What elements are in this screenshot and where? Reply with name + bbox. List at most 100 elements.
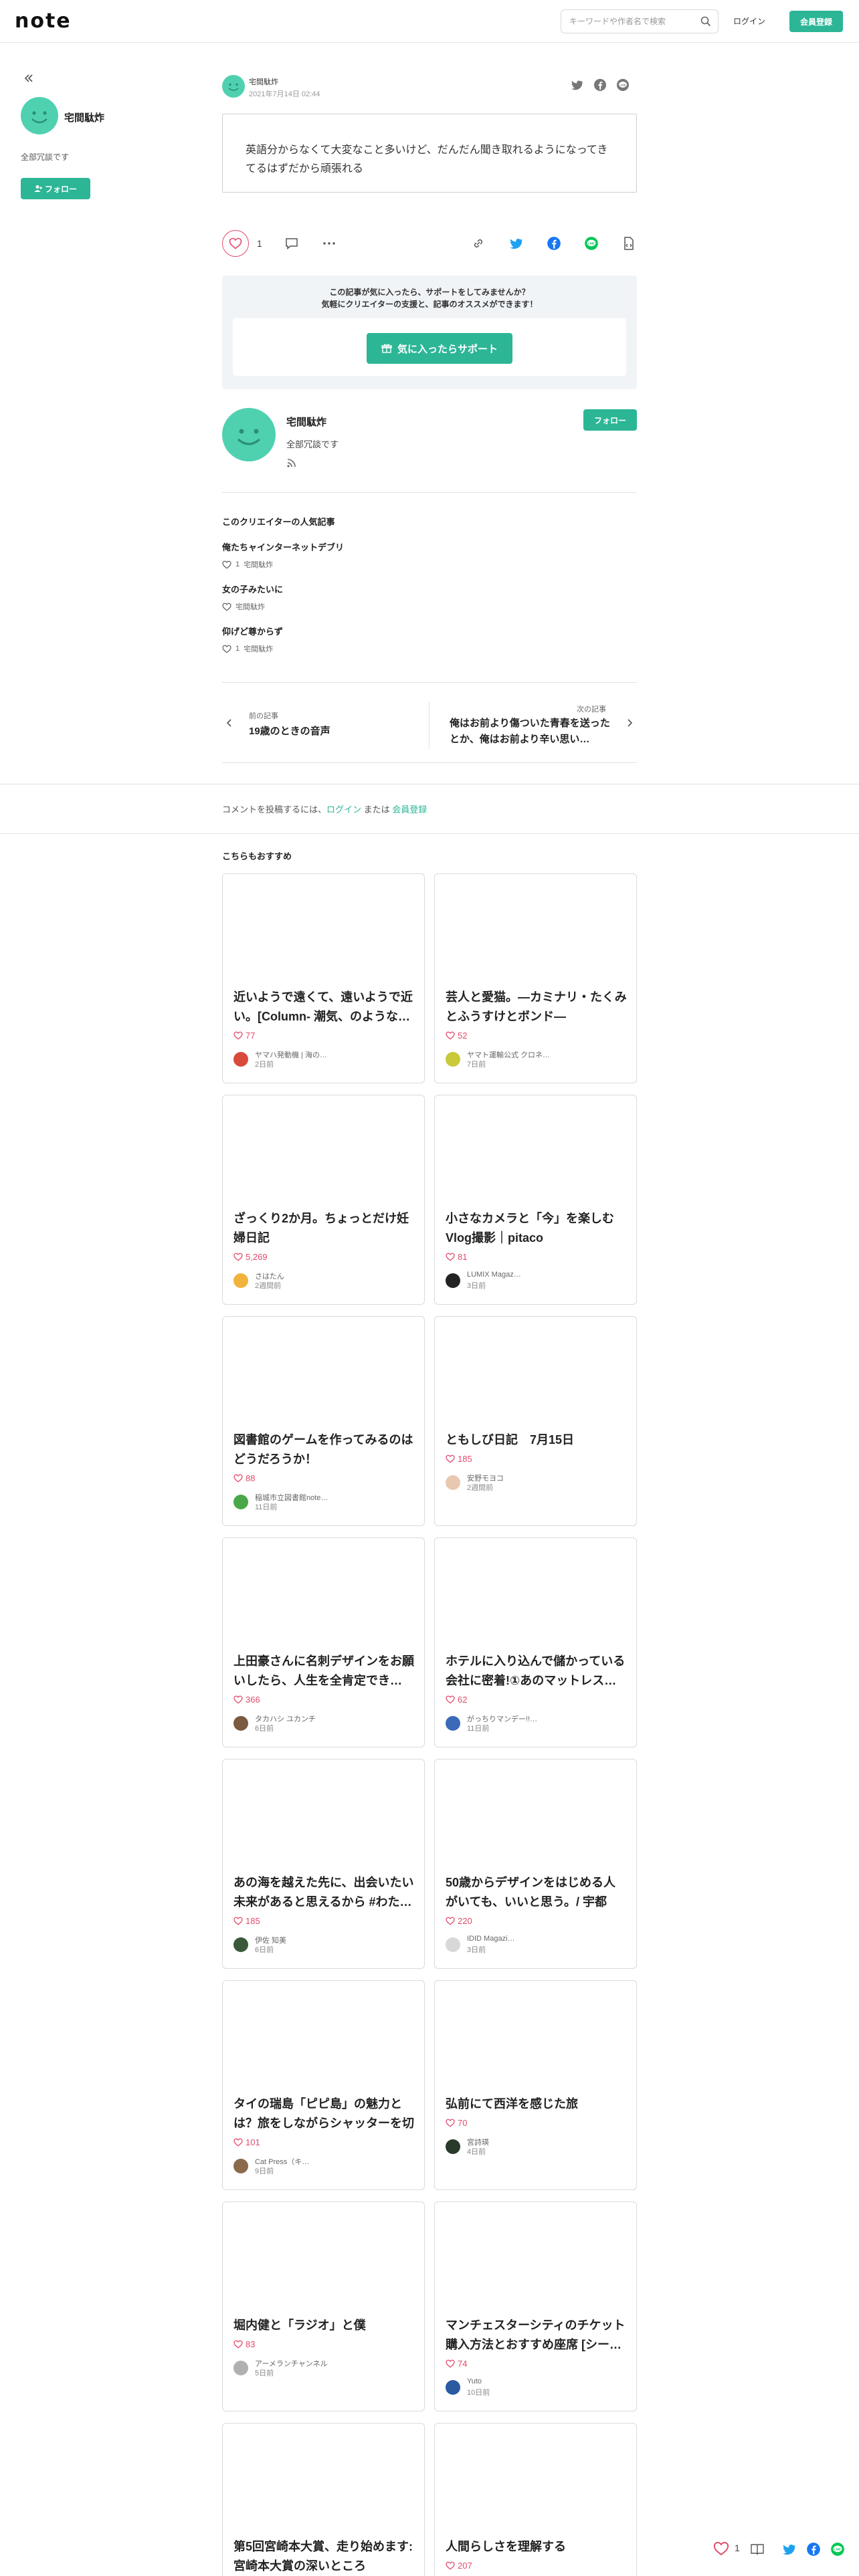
heart-icon <box>233 2138 243 2147</box>
recommend-card[interactable]: 弘前にて西洋を感じた旅 70 宮詩瑛 4日前 <box>434 1980 637 2190</box>
article-author[interactable]: 宅間駄炸 <box>249 76 278 87</box>
footer-facebook-icon[interactable] <box>805 2541 822 2557</box>
card-likes: 207 <box>446 2561 472 2571</box>
magazine-icon[interactable] <box>749 2541 765 2557</box>
recommend-card[interactable]: 近いようで遠くて、遠いようで近い。[Column- 潮気、のような… 77 ヤマハ発… <box>222 873 425 1083</box>
card-title: 第5回宮崎本大賞、走り始めます: 宮崎本大賞の深いところ <box>233 2540 413 2573</box>
popular-item-title[interactable]: 女の子みたいに <box>222 582 283 595</box>
card-date: 7日前 <box>467 1061 486 1069</box>
creator-follow-button[interactable]: フォロー <box>583 409 637 431</box>
chevron-right-icon[interactable] <box>625 718 634 728</box>
comment-icon[interactable] <box>284 235 300 251</box>
recommend-card[interactable]: タイの瑞島「ピピ島」の魅力とは？旅をしながらシャッターを切り…101Cat Pr… <box>222 1980 425 2190</box>
line-icon[interactable]: LINE <box>615 78 630 92</box>
recommend-card[interactable]: 上田豪さんに名刺デザインをお願いしたら、人生を全肯定でき… 366 タカハシ ユカン… <box>222 1537 425 1747</box>
card-author-avatar[interactable] <box>446 2380 460 2395</box>
card-author-avatar[interactable] <box>233 1273 248 1288</box>
avatar[interactable] <box>21 97 58 134</box>
recommend-card[interactable]: 50歳からデザインをはじめる人がいても、いいと思う。/ 宇都宮… 220 IDID … <box>434 1759 637 1969</box>
comment-signup-link[interactable]: 会員登録 <box>392 804 427 815</box>
card-title: 50歳からデザインをはじめる人がいても、いいと思う。/ 宇都宮… <box>446 1876 616 1909</box>
recommend-card[interactable]: ともしび日記 7月15日 185 安野モヨコ 2週間前 <box>434 1316 637 1526</box>
heart-icon <box>222 645 231 653</box>
support-inner: 気に入ったらサポート <box>233 318 626 376</box>
recommend-card[interactable]: 堀内健と「ラジオ」と僕 83 アーメランチャンネル 5日前 <box>222 2202 425 2411</box>
card-author-avatar[interactable] <box>233 1052 248 1067</box>
card-author-avatar[interactable] <box>446 1052 460 1067</box>
card-likes: 88 <box>233 1473 255 1483</box>
more-icon[interactable] <box>321 235 337 251</box>
heart-icon <box>233 1695 243 1704</box>
card-author[interactable]: LUMIX Magaz… <box>467 1271 521 1279</box>
card-author-avatar[interactable] <box>233 1495 248 1509</box>
search-icon[interactable] <box>700 16 711 27</box>
nav-separator <box>429 702 430 749</box>
card-author-avatar[interactable] <box>446 1475 460 1490</box>
card-title: ホテルに入り込んで儲かっている会社に密着!①あのマットレス… <box>446 1654 626 1687</box>
card-like-count: 77 <box>246 1031 256 1041</box>
creator-avatar[interactable] <box>222 408 276 461</box>
search-input[interactable] <box>569 10 696 33</box>
recommend-card[interactable]: ホテルに入り込んで儲かっている会社に密着!①あのマットレス… 62 がっちりマンデー… <box>434 1537 637 1747</box>
facebook-share-icon[interactable] <box>546 235 562 251</box>
person-add-icon <box>34 185 42 192</box>
sidebar-creator-name[interactable]: 宅間駄炸 <box>64 110 104 124</box>
card-title: ともしび日記 7月15日 <box>446 1433 575 1446</box>
card-author-avatar[interactable] <box>446 1716 460 1731</box>
heart-icon <box>446 2561 455 2570</box>
line-share-icon[interactable]: LINE <box>583 235 599 251</box>
card-author-avatar[interactable] <box>233 1716 248 1731</box>
comment-login-link[interactable]: ログイン <box>326 804 361 815</box>
search-box[interactable] <box>561 9 719 33</box>
chevron-left-icon[interactable] <box>225 718 234 728</box>
creator-name[interactable]: 宅間駄炸 <box>286 415 326 429</box>
recommend-card[interactable]: 小さなカメラと「今」を楽しむVlog撮影｜pitaco 81 LUMIX Magaz… <box>434 1095 637 1305</box>
twitter-share-icon[interactable] <box>508 235 524 251</box>
card-author-avatar[interactable] <box>233 1937 248 1952</box>
recommend-card[interactable]: 図書館のゲームを作ってみるのはどうだろうか！ 88 稲城市立図書館note… 11日前 <box>222 1316 425 1526</box>
card-author-avatar[interactable] <box>446 1273 460 1288</box>
card-author-avatar[interactable] <box>233 2159 248 2173</box>
heart-icon <box>233 1031 243 1040</box>
login-link[interactable]: ログイン <box>733 15 765 27</box>
card-author-avatar[interactable] <box>233 2361 248 2375</box>
recommend-card[interactable]: マンチェスターシティのチケット購入方法とおすすめ座席 [シー… 74 Yuto 10日… <box>434 2202 637 2411</box>
recommend-card[interactable]: 人間らしさを理解する 207 <box>434 2423 637 2576</box>
card-date: 5日前 <box>255 2369 274 2377</box>
card-like-count: 185 <box>458 1454 472 1464</box>
like-button[interactable] <box>222 230 249 257</box>
recommend-card[interactable]: 第5回宮崎本大賞、走り始めます: 宮崎本大賞の深いところ <box>222 2423 425 2576</box>
twitter-icon[interactable] <box>570 78 585 92</box>
footer-twitter-icon[interactable] <box>781 2541 797 2557</box>
note-logo[interactable]: note <box>15 9 72 33</box>
sidebar-follow-button[interactable]: フォロー <box>21 178 90 199</box>
footer-heart-icon[interactable] <box>713 2541 729 2556</box>
svg-text:LINE: LINE <box>834 2547 841 2551</box>
card-likes: 74 <box>446 2359 467 2369</box>
card-author-avatar[interactable] <box>446 2139 460 2154</box>
card-title: マンチェスターシティのチケット購入方法とおすすめ座席 [シー… <box>446 2319 626 2351</box>
facebook-icon[interactable] <box>593 78 607 92</box>
support-button[interactable]: 気に入ったらサポート <box>367 333 512 364</box>
footer-line-icon[interactable]: LINE <box>830 2541 846 2557</box>
popular-item-title[interactable]: 仰げど尊からず <box>222 625 283 637</box>
rss-icon[interactable] <box>286 457 297 468</box>
svg-text:LINE: LINE <box>619 83 626 86</box>
embed-icon[interactable] <box>621 235 637 251</box>
card-author-avatar[interactable] <box>446 1937 460 1952</box>
recommend-card[interactable]: 芸人と愛猫。―カミナリ・たくみとふうすけとボンド― 52 ヤマト運輸公式 クロネ… 7… <box>434 873 637 1083</box>
recommend-card[interactable]: あの海を越えた先に、出会いたい未来があると思えるから #わた… 185 伊佐 知美 6… <box>222 1759 425 1969</box>
signup-button[interactable]: 会員登録 <box>789 11 843 32</box>
link-icon[interactable] <box>470 235 486 251</box>
card-likes: 62 <box>446 1695 467 1705</box>
recommend-card[interactable]: ざっくり2か月。ちょっとだけ妊婦日記 5,269 さはたん 2週間前 <box>222 1095 425 1305</box>
card-author[interactable]: Yuto <box>467 2377 482 2385</box>
popular-item-title[interactable]: 俺たちャインターネットデブリ <box>222 540 344 553</box>
double-chevron-left-icon[interactable] <box>23 72 35 84</box>
heart-icon <box>233 1917 243 1925</box>
next-article-title[interactable]: 俺はお前より傷ついた青春を送ったとか、俺はお前より辛い思い… <box>450 716 610 748</box>
author-avatar[interactable] <box>222 75 245 98</box>
prev-article-title[interactable]: 19歳のときの音声 <box>249 724 330 738</box>
card-author[interactable]: IDID Magazi… <box>467 1935 515 1943</box>
card-like-count: 81 <box>458 1252 468 1262</box>
